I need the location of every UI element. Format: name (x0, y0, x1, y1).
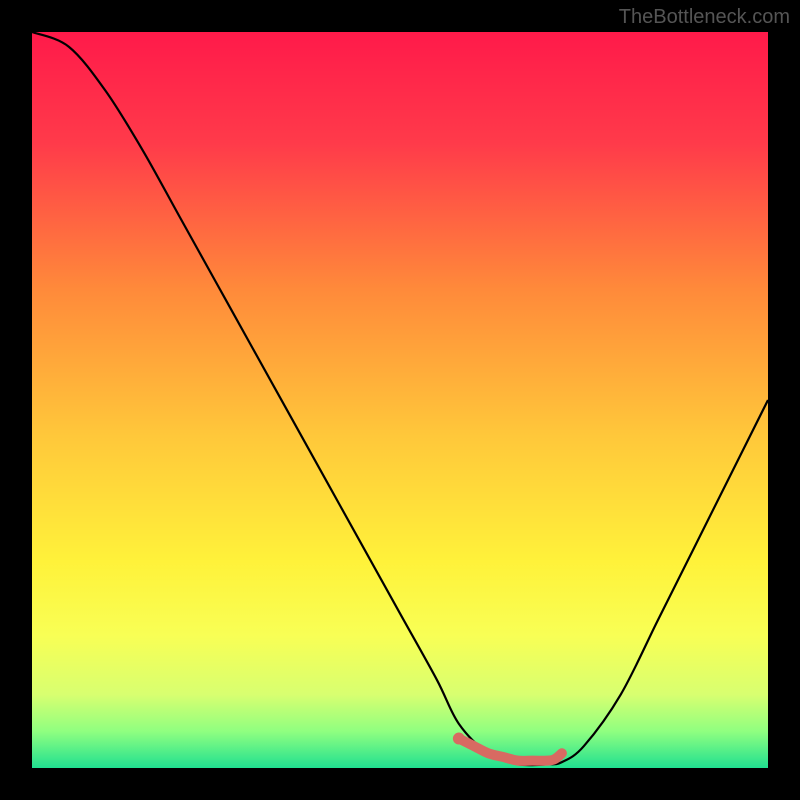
plot-area (32, 32, 768, 768)
bottleneck-curve (32, 32, 768, 765)
optimal-marker-dot (453, 733, 465, 745)
curve-layer (32, 32, 768, 768)
optimal-marker (459, 739, 562, 761)
watermark-text: TheBottleneck.com (619, 6, 790, 29)
